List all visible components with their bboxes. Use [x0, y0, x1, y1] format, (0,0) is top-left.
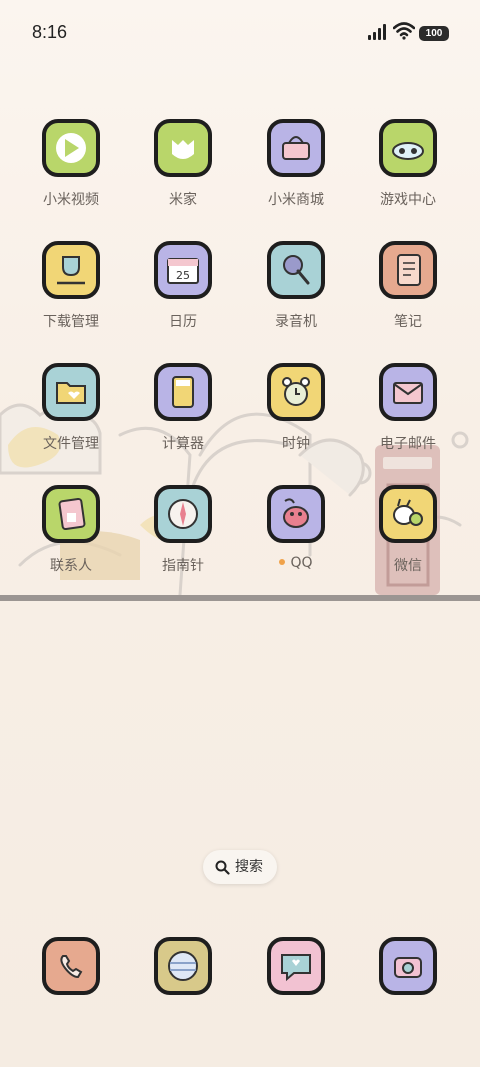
folder-icon: [42, 363, 100, 421]
game-mask-icon: [379, 119, 437, 177]
app-label: 小米视频: [43, 192, 99, 208]
app-label: 游戏中心: [380, 192, 436, 208]
clock-time: 8:16: [32, 22, 68, 42]
app-recorder[interactable]: 录音机: [246, 241, 346, 331]
download-icon: [42, 241, 100, 299]
app-mijia[interactable]: 米家: [133, 119, 233, 209]
cellular-signal-icon: [368, 24, 386, 40]
play-icon: [42, 119, 100, 177]
microphone-icon: [267, 241, 325, 299]
app-label: 文件管理: [43, 436, 99, 452]
globe-icon: [154, 937, 212, 995]
app-label: 指南针: [162, 558, 204, 574]
app-calculator[interactable]: 计算器: [133, 363, 233, 453]
calendar-date: 25: [176, 269, 190, 282]
app-label: 下载管理: [43, 314, 99, 330]
app-label: 电子邮件: [380, 436, 436, 452]
app-compass[interactable]: 指南针: [133, 485, 233, 575]
app-label: 计算器: [162, 436, 204, 452]
app-downloads[interactable]: 下载管理: [21, 241, 121, 331]
wechat-bunny-icon: [379, 485, 437, 543]
basket-icon: [267, 119, 325, 177]
status-bar: 8:16 100: [0, 0, 480, 64]
app-label: 米家: [169, 192, 197, 208]
camera-icon: [379, 937, 437, 995]
app-label: 小米商城: [268, 192, 324, 208]
app-label: 微信: [394, 558, 422, 574]
compass-icon: [154, 485, 212, 543]
app-label-text: QQ: [290, 555, 313, 571]
notebook-icon: [379, 241, 437, 299]
app-xiaomi-store[interactable]: 小米商城: [246, 119, 346, 209]
app-label: 笔记: [394, 314, 422, 330]
app-label: 联系人: [50, 558, 92, 574]
dock-app-messages[interactable]: [246, 937, 346, 995]
envelope-icon: [379, 363, 437, 421]
app-email[interactable]: 电子邮件: [358, 363, 458, 453]
app-calendar[interactable]: 25 日历: [133, 241, 233, 331]
contacts-card-icon: [42, 485, 100, 543]
dock-app-phone[interactable]: [21, 937, 121, 995]
app-clock[interactable]: 时钟: [246, 363, 346, 453]
app-game-center[interactable]: 游戏中心: [358, 119, 458, 209]
wallpaper-shelf-line: [0, 595, 480, 601]
dock-app-camera[interactable]: [358, 937, 458, 995]
app-contacts[interactable]: 联系人: [21, 485, 121, 575]
calendar-icon: 25: [154, 241, 212, 299]
chat-bubble-icon: [267, 937, 325, 995]
calculator-icon: [154, 363, 212, 421]
app-file-manager[interactable]: 文件管理: [21, 363, 121, 453]
qq-penguin-icon: [267, 485, 325, 543]
app-notes[interactable]: 笔记: [358, 241, 458, 331]
alarm-clock-icon: [267, 363, 325, 421]
app-label: 时钟: [282, 436, 310, 452]
battery-indicator: 100: [419, 26, 449, 41]
app-qq[interactable]: QQ: [246, 485, 346, 571]
search-button[interactable]: 搜索: [203, 850, 277, 884]
new-notification-dot: [279, 559, 286, 565]
phone-icon: [42, 937, 100, 995]
dock-app-browser[interactable]: [133, 937, 233, 995]
search-icon: [215, 860, 230, 875]
mijia-cat-icon: [154, 119, 212, 177]
app-label: 日历: [169, 314, 197, 330]
wifi-icon: [393, 22, 415, 40]
app-label: 录音机: [275, 314, 317, 330]
app-wechat[interactable]: 微信: [358, 485, 458, 575]
app-xiaomi-video[interactable]: 小米视频: [21, 119, 121, 209]
app-label: QQ: [246, 555, 346, 571]
search-label: 搜索: [235, 859, 263, 875]
